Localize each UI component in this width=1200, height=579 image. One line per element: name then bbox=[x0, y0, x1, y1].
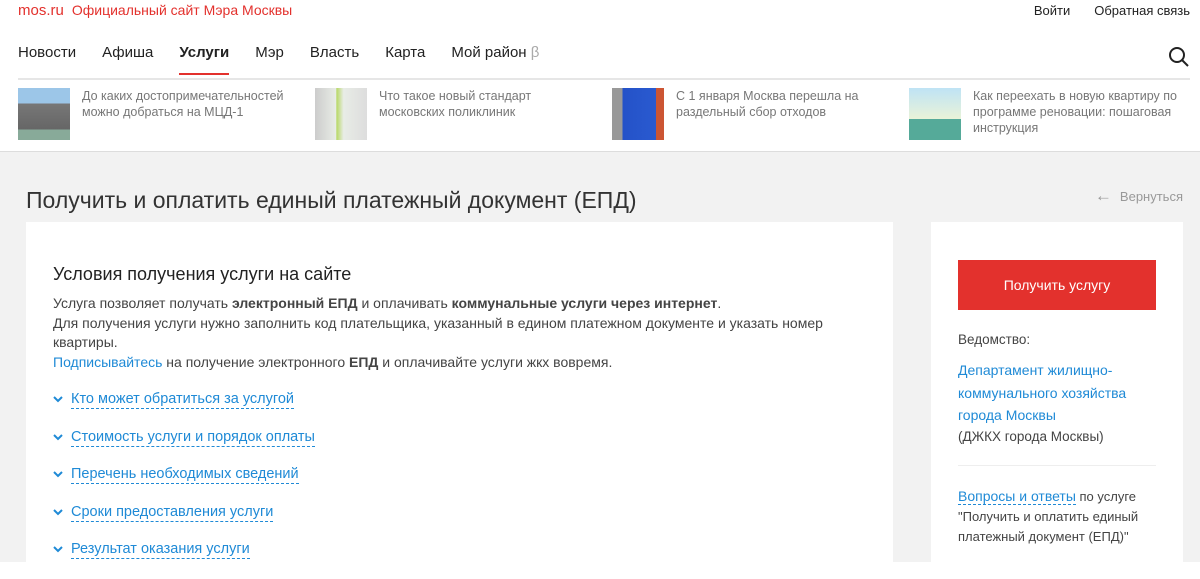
agency-label: Ведомство: bbox=[958, 332, 1031, 347]
nav-services[interactable]: Услуги bbox=[179, 44, 229, 75]
site-header: mos.ru Официальный сайт Мэра Москвы bbox=[18, 2, 292, 19]
beta-badge: β bbox=[530, 44, 540, 61]
news-item[interactable]: Как переехать в новую квартиру по програ… bbox=[909, 88, 1189, 140]
news-title: Как переехать в новую квартиру по програ… bbox=[973, 89, 1177, 135]
arrow-left-icon: ← bbox=[1094, 186, 1112, 205]
tagline[interactable]: Официальный сайт Мэра Москвы bbox=[72, 2, 292, 18]
instructions: Для получения услуги нужно заполнить код… bbox=[53, 314, 823, 351]
nav-government[interactable]: Власть bbox=[310, 44, 359, 75]
news-thumbnail bbox=[612, 88, 664, 140]
login-link[interactable]: Войти bbox=[1034, 3, 1070, 18]
accordion-item-terms[interactable]: Сроки предоставления услуги bbox=[53, 504, 893, 542]
news-thumbnail bbox=[18, 88, 70, 140]
top-links: Войти Обратная связь bbox=[1010, 3, 1190, 18]
agency-link[interactable]: Департамент жилищно-коммунального хозяйс… bbox=[958, 359, 1156, 427]
feedback-link[interactable]: Обратная связь bbox=[1094, 3, 1190, 18]
description: Услуга позволяет получать электронный ЕП… bbox=[53, 295, 722, 311]
page-title: Получить и оплатить единый платежный док… bbox=[26, 187, 637, 213]
accordion-item-cost[interactable]: Стоимость услуги и порядок оплаты bbox=[53, 429, 893, 467]
accordion: Кто может обратиться за услугой Стоимост… bbox=[53, 391, 893, 579]
divider bbox=[958, 464, 1156, 466]
sidebar-card: Получить услугу Ведомство: Департамент ж… bbox=[931, 222, 1183, 562]
chevron-down-icon bbox=[53, 433, 63, 440]
section-heading: Условия получения услуги на сайте bbox=[53, 264, 352, 284]
back-label: Вернуться bbox=[1119, 189, 1183, 204]
back-link[interactable]: ← Вернуться bbox=[1095, 186, 1183, 206]
search-icon[interactable] bbox=[1168, 46, 1190, 68]
nav-mayor[interactable]: Мэр bbox=[255, 44, 284, 75]
nav-my-district[interactable]: Мой район β bbox=[451, 44, 539, 75]
nav-map[interactable]: Карта bbox=[385, 44, 425, 75]
news-item[interactable]: До каких достопримечательностей можно до… bbox=[18, 88, 298, 140]
subscribe-text: Подписывайтесь на получение электронного… bbox=[53, 353, 613, 370]
news-title: До каких достопримечательностей можно до… bbox=[82, 89, 284, 119]
news-title: С 1 января Москва перешла на раздельный … bbox=[676, 89, 859, 119]
faq-service: "Получить и оплатить единый платежный до… bbox=[958, 508, 1139, 544]
get-service-button[interactable]: Получить услугу bbox=[958, 260, 1156, 310]
service-conditions-card: Условия получения услуги на сайте Услуга… bbox=[26, 222, 893, 562]
faq-link[interactable]: Вопросы и ответы bbox=[958, 487, 1076, 505]
logo[interactable]: mos.ru bbox=[18, 2, 64, 19]
main-nav: Новости Афиша Услуги Мэр Власть Карта Мо… bbox=[18, 44, 565, 75]
accordion-item-result[interactable]: Результат оказания услуги bbox=[53, 541, 893, 579]
news-title: Что такое новый стандарт московских поли… bbox=[379, 89, 532, 119]
chevron-down-icon bbox=[53, 508, 63, 515]
accordion-item-info[interactable]: Перечень необходимых сведений bbox=[53, 466, 893, 504]
chevron-down-icon bbox=[53, 396, 63, 403]
news-thumbnail bbox=[909, 88, 961, 140]
nav-my-district-label: Мой район bbox=[451, 44, 527, 61]
nav-news[interactable]: Новости bbox=[18, 44, 76, 75]
news-thumbnail bbox=[315, 88, 367, 140]
agency-short: (ДЖКХ города Москвы) bbox=[958, 428, 1104, 444]
subscribe-link[interactable]: Подписывайтесь bbox=[53, 354, 162, 370]
news-item[interactable]: С 1 января Москва перешла на раздельный … bbox=[612, 88, 892, 140]
nav-afisha[interactable]: Афиша bbox=[102, 44, 153, 75]
news-item[interactable]: Что такое новый стандарт московских поли… bbox=[315, 88, 595, 140]
accordion-item-who[interactable]: Кто может обратиться за услугой bbox=[53, 391, 893, 429]
chevron-down-icon bbox=[53, 546, 63, 553]
faq-block: Вопросы и ответы по услуге "Получить и оп… bbox=[958, 487, 1139, 544]
chevron-down-icon bbox=[53, 471, 63, 478]
nav-divider bbox=[18, 78, 1190, 80]
